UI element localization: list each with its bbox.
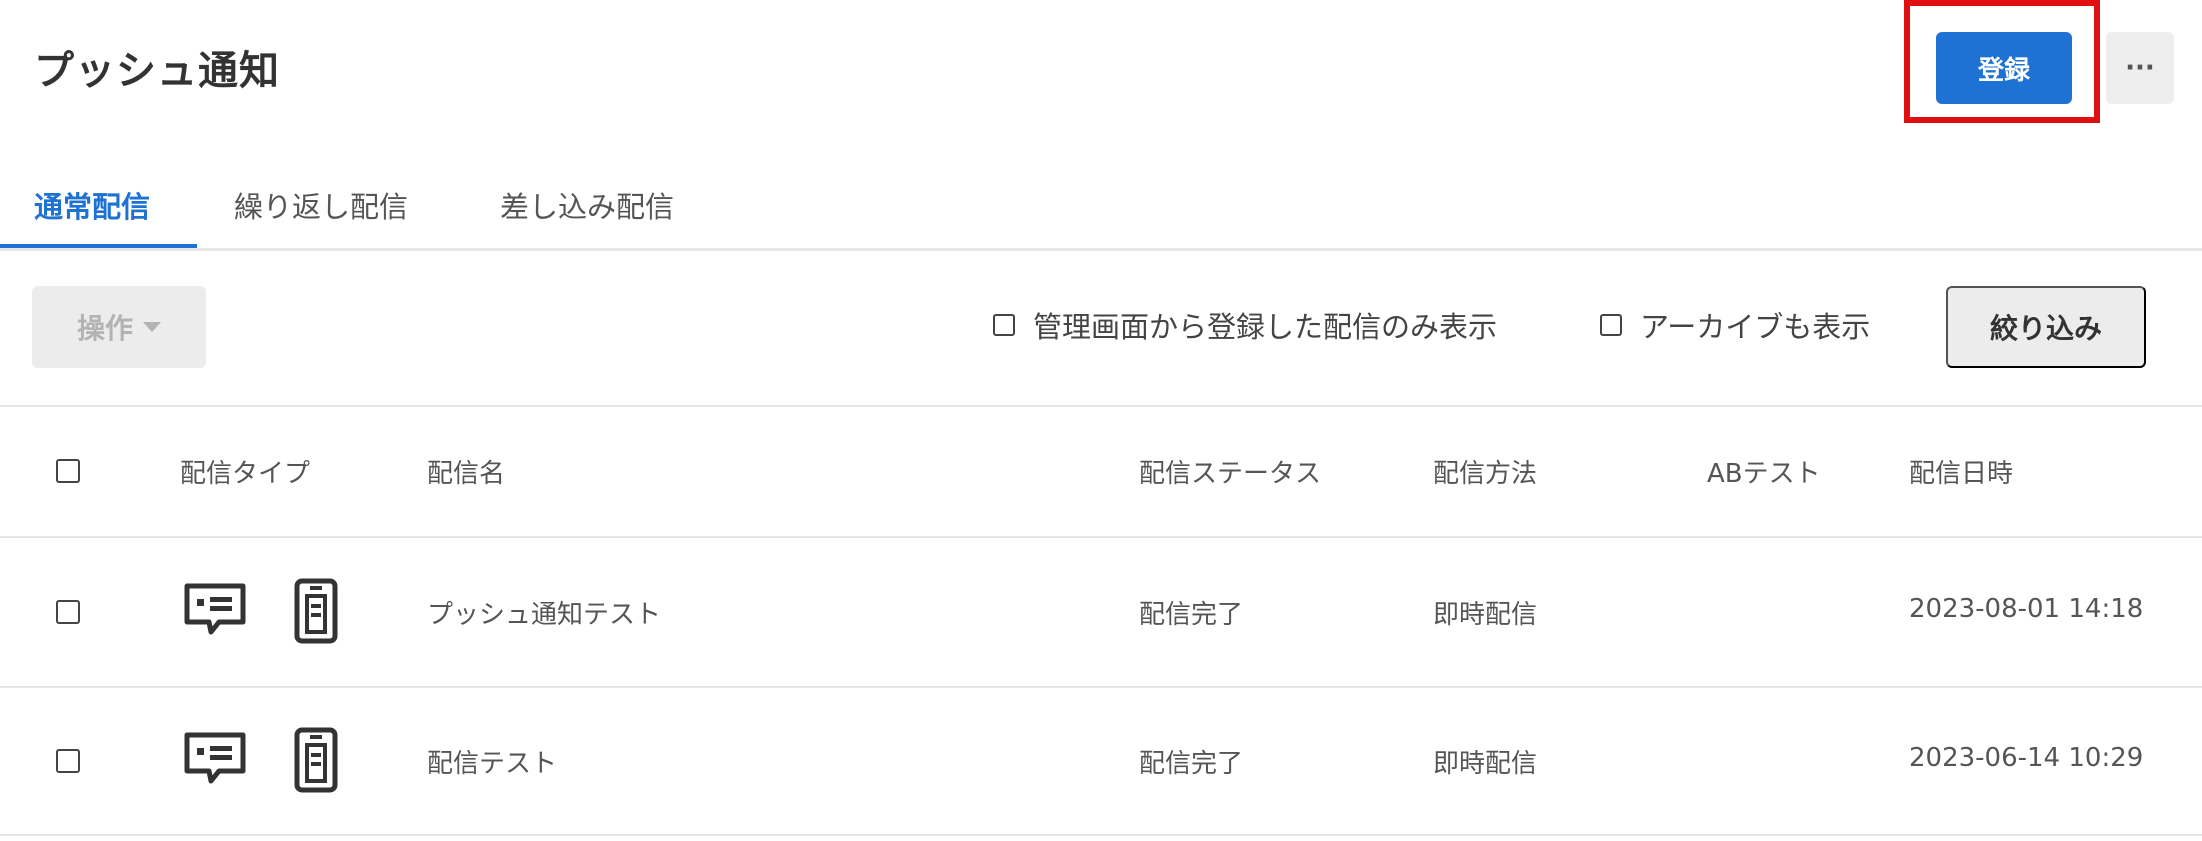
divider [0,686,2202,688]
column-header-name: 配信名 [427,459,506,489]
smartphone-icon [294,727,338,793]
message-icon [184,732,246,784]
divider [0,834,2202,836]
active-tab-indicator [0,244,197,248]
tab-bar: 通常配信 繰り返し配信 差し込み配信 [0,160,2202,251]
more-icon: ··· [2125,53,2155,83]
column-header-datetime: 配信日時 [1909,459,2014,489]
caret-down-icon [143,322,161,332]
delivery-status: 配信完了 [1139,749,1244,779]
page-title: プッシュ通知 [34,48,280,94]
column-header-method: 配信方法 [1433,459,1538,489]
select-all-checkbox[interactable] [56,459,80,483]
smartphone-icon [294,578,338,644]
filter-show-archive[interactable]: アーカイブも表示 [1600,305,1870,345]
filter-button[interactable]: 絞り込み [1946,286,2146,368]
operations-dropdown[interactable]: 操作 [32,286,206,368]
row-checkbox[interactable] [56,749,80,773]
delivery-name[interactable]: プッシュ通知テスト [427,594,661,631]
column-header-ab-test: ABテスト [1707,459,1821,489]
delivery-datetime: 2023-08-01 14:18 [1909,594,2144,624]
tab-recurring-delivery[interactable]: 繰り返し配信 [234,184,408,226]
column-header-status: 配信ステータス [1139,459,1322,489]
delivery-datetime: 2023-06-14 10:29 [1909,743,2144,773]
operations-label: 操作 [76,312,133,345]
tab-merge-delivery[interactable]: 差し込み配信 [500,184,674,226]
row-checkbox[interactable] [56,600,80,624]
more-options-button[interactable]: ··· [2106,32,2174,104]
filter-show-archive-label: アーカイブも表示 [1640,310,1871,344]
filter-admin-only-checkbox[interactable] [993,314,1015,336]
filter-show-archive-checkbox[interactable] [1600,314,1622,336]
divider [0,536,2202,538]
delivery-method: 即時配信 [1433,749,1538,779]
divider [0,405,2202,407]
delivery-method: 即時配信 [1433,600,1538,630]
tab-regular-delivery[interactable]: 通常配信 [34,184,150,226]
delivery-name[interactable]: 配信テスト [427,743,557,780]
register-button[interactable]: 登録 [1936,32,2072,104]
column-header-type: 配信タイプ [180,459,311,489]
filter-admin-only-label: 管理画面から登録した配信のみ表示 [1033,310,1498,344]
message-icon [184,583,246,635]
filter-admin-only[interactable]: 管理画面から登録した配信のみ表示 [993,305,1497,345]
delivery-status: 配信完了 [1139,600,1244,630]
